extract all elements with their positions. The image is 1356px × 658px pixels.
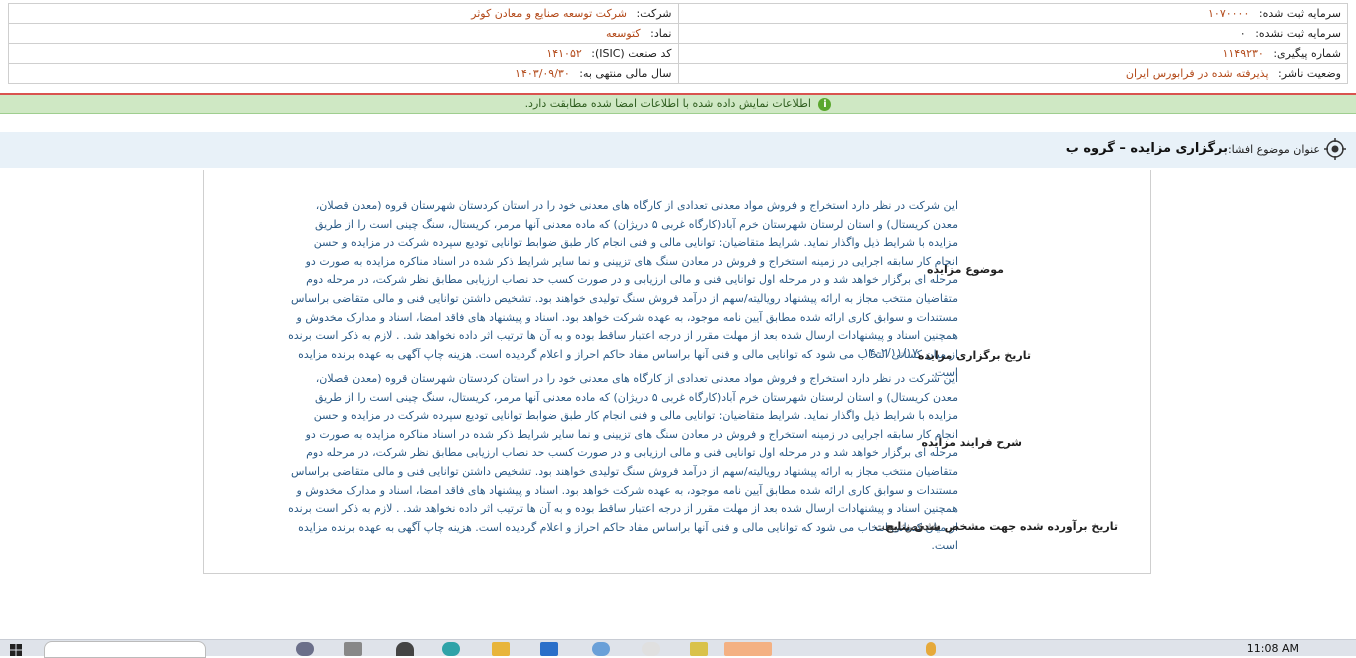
info-icon: i [818,97,832,111]
target-icon [1324,138,1346,160]
isic-label: کد صنعت (ISIC): [591,47,672,60]
taskbar-active-app-icon[interactable] [724,642,772,656]
taskbar-app-icon[interactable] [592,642,610,656]
subject-label: عنوان موضوع افشا: [1227,143,1320,156]
unregistered-capital-label: سرمایه ثبت نشده: [1255,27,1341,40]
result-date-value: مشخص نیست [874,520,941,533]
taskbar-app-icon[interactable] [442,642,460,656]
taskbar-clock[interactable]: 11:08 AM [1247,642,1299,655]
publisher-status-value: پذیرفته شده در فرابورس ایران [1125,67,1269,80]
weather-icon[interactable] [926,642,936,656]
taskbar-app-icon[interactable] [396,642,414,656]
company-label: شرکت: [636,7,672,20]
subject-title: برگزاری مزایده – گروه ب [1065,141,1228,156]
verification-notice: i اطلاعات نمایش داده شده با اطلاعات امضا… [0,95,1356,114]
symbol-label: نماد: [650,27,672,40]
fiscal-year-value: ۱۴۰۳/۰۹/۳۰ [515,67,570,80]
fiscal-year-label: سال مالی منتهی به: [579,67,672,80]
auction-subject-text: این شرکت در نظر دارد استخراج و فروش مواد… [288,199,958,380]
company-info-table: شرکت: شرکت توسعه صنایع و معادن کوثر سرما… [8,3,1348,84]
symbol-value[interactable]: کتوسعه [606,27,641,40]
registered-capital-label: سرمایه ثبت شده: [1258,7,1341,20]
taskbar-app-icon[interactable] [492,642,510,656]
taskbar-app-icon[interactable] [642,642,660,656]
taskbar: 11:08 AM [0,639,1356,658]
tracking-value: ۱۱۴۹۲۳۰ [1222,47,1264,60]
taskbar-app-icon[interactable] [344,642,362,656]
registered-capital-value: ۱۰۷۰۰۰۰ [1208,7,1250,20]
taskbar-app-icon[interactable] [296,642,314,656]
windows-start-icon[interactable] [10,644,22,656]
company-value[interactable]: شرکت توسعه صنایع و معادن کوثر [471,7,627,20]
notice-text: اطلاعات نمایش داده شده با اطلاعات امضا ش… [524,97,811,110]
taskbar-app-icon[interactable] [690,642,708,656]
auction-date-value: ۱۴۰۲/۱۱/۱۷ [863,346,918,359]
taskbar-search-box[interactable] [44,641,206,658]
auction-date-label: تاریخ برگزاری مزایده [917,349,1031,362]
tracking-label: شماره پیگیری: [1273,47,1341,60]
unregistered-capital-value: ۰ [1239,27,1246,40]
process-text: این شرکت در نظر دارد استخراج و فروش مواد… [288,372,958,553]
isic-value: ۱۴۱۰۵۲ [546,47,582,60]
subject-bar: عنوان موضوع افشا: برگزاری مزایده – گروه … [0,132,1356,168]
taskbar-app-icon[interactable] [540,642,558,656]
publisher-status-label: وضعیت ناشر: [1278,67,1341,80]
